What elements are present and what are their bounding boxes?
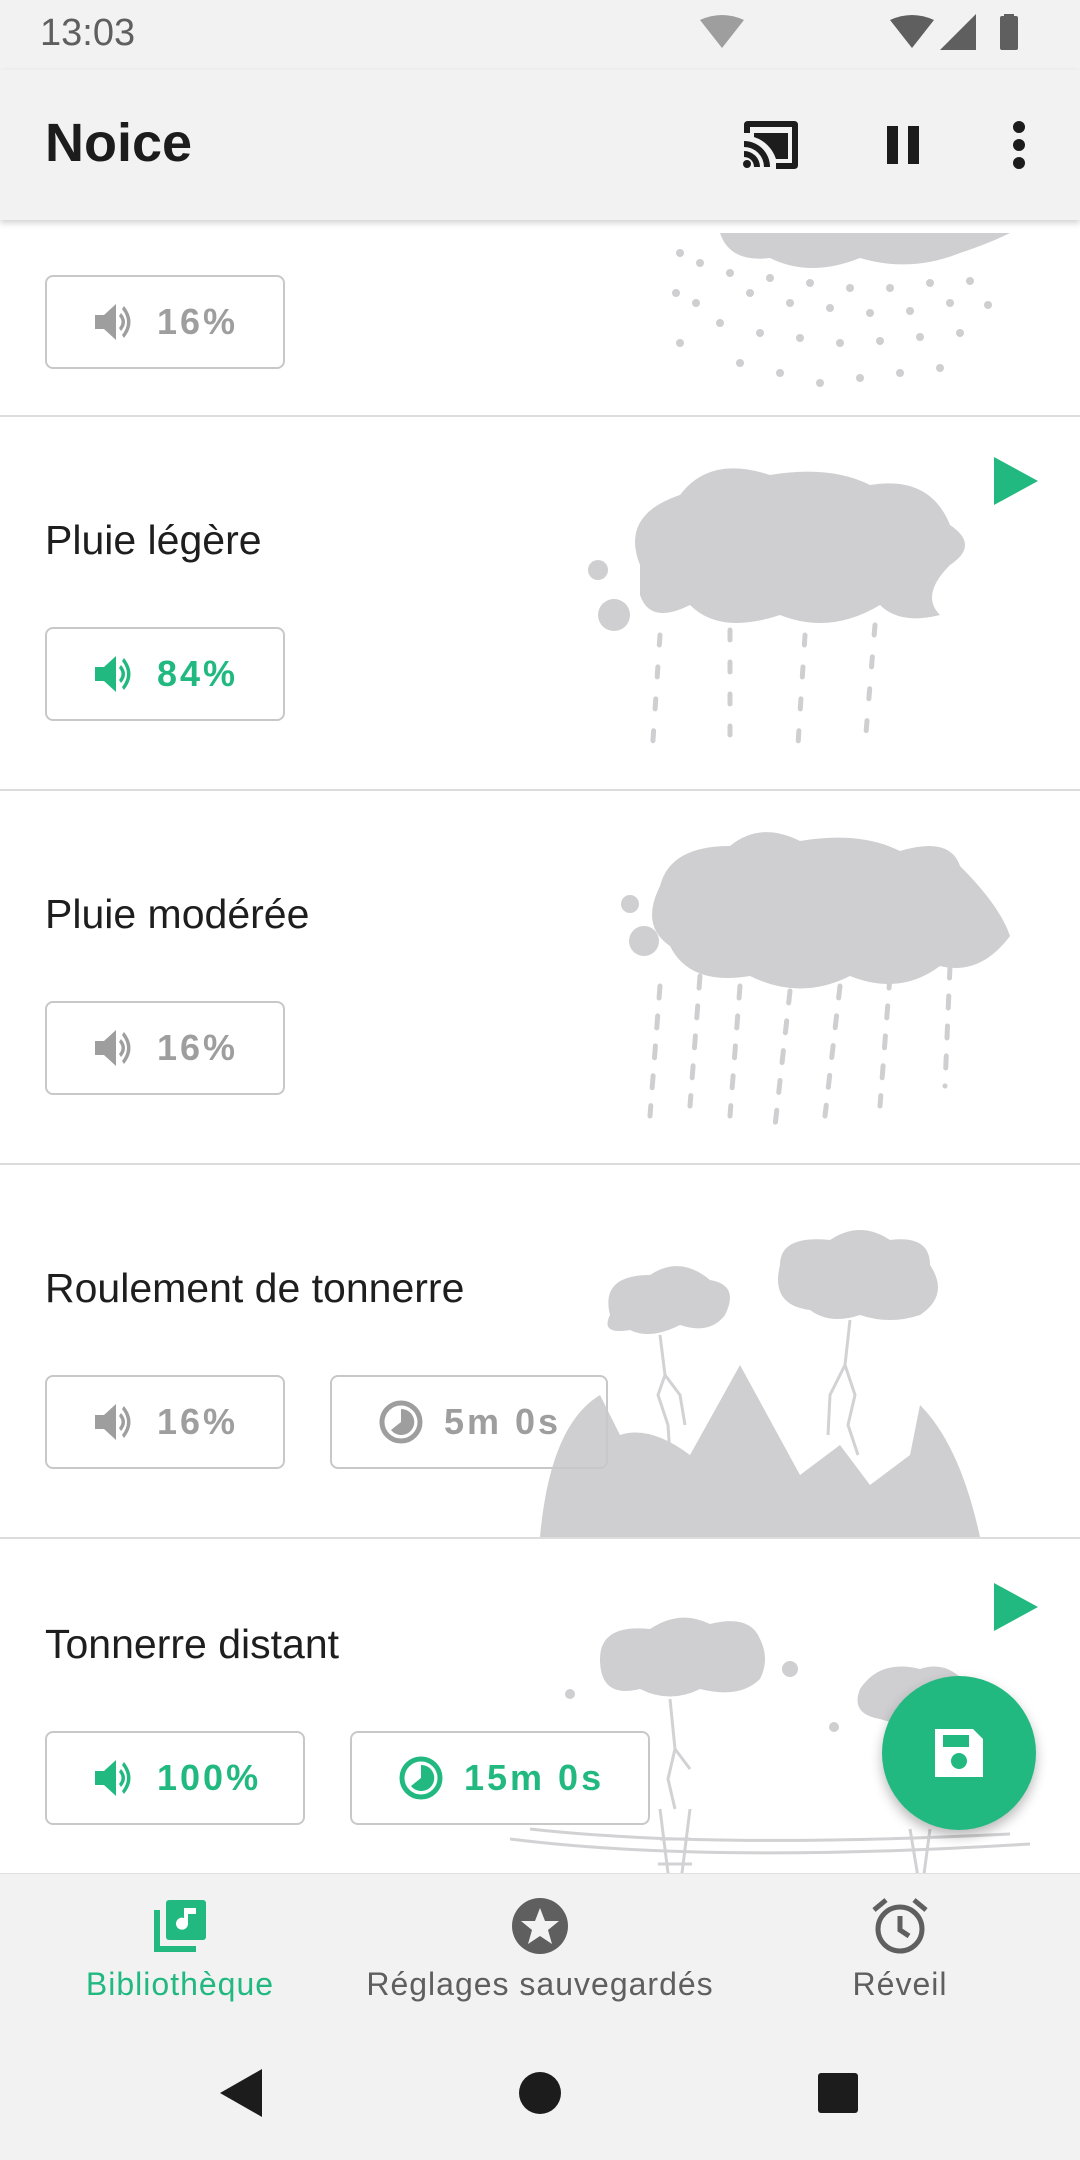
home-icon[interactable] bbox=[510, 2063, 570, 2123]
more-vert-icon bbox=[1013, 121, 1025, 169]
timer-label: 15m 0s bbox=[464, 1757, 605, 1798]
volume-icon bbox=[91, 299, 137, 345]
volume-label: 84% bbox=[157, 653, 239, 694]
timer-icon bbox=[378, 1399, 424, 1445]
volume-icon bbox=[91, 1399, 137, 1445]
sound-library-list[interactable]: 16% Pluie légère 84% Pluie modérée 16% R… bbox=[0, 220, 1080, 1873]
battery-icon bbox=[1000, 16, 1018, 50]
library-music-icon bbox=[154, 1900, 206, 1952]
nav-label: Réglages sauvegardés bbox=[366, 1966, 714, 2002]
sound-title: Pluie modérée bbox=[45, 891, 310, 937]
sound-card[interactable]: Pluie légère 84% bbox=[0, 417, 1080, 792]
volume-icon bbox=[91, 651, 137, 697]
wifi-icon-strong bbox=[890, 15, 934, 48]
more-options-button[interactable] bbox=[984, 110, 1054, 180]
volume-chip[interactable]: 84% bbox=[45, 627, 285, 721]
nav-label: Bibliothèque bbox=[85, 1966, 275, 2002]
app-bar: Noice bbox=[0, 70, 1080, 220]
play-indicator-icon bbox=[994, 1583, 1038, 1631]
volume-label: 100% bbox=[157, 1757, 262, 1798]
save-icon bbox=[935, 1729, 983, 1777]
star-circle-icon bbox=[512, 1898, 568, 1954]
volume-icon bbox=[91, 1025, 137, 1071]
system-navigation-bar bbox=[0, 2023, 1080, 2160]
timer-chip[interactable]: 15m 0s bbox=[350, 1731, 650, 1825]
volume-icon bbox=[91, 1755, 137, 1801]
light-rain-illustration bbox=[588, 468, 965, 755]
nav-label: Réveil bbox=[852, 1966, 948, 2002]
cellular-icon bbox=[940, 14, 976, 50]
status-time: 13:03 bbox=[40, 12, 136, 54]
sound-card: 16% bbox=[0, 220, 1080, 418]
timer-icon bbox=[398, 1755, 444, 1801]
nav-item-alarm[interactable]: Réveil bbox=[800, 1874, 1000, 2024]
sound-title: Roulement de tonnerre bbox=[45, 1265, 465, 1311]
nav-item-saved-presets[interactable]: Réglages sauvegardés bbox=[350, 1874, 730, 2024]
sound-title: Pluie légère bbox=[45, 517, 262, 563]
moderate-rain-illustration bbox=[621, 832, 1010, 1126]
volume-chip[interactable]: 16% bbox=[45, 275, 285, 369]
wifi-icon bbox=[700, 15, 744, 48]
recents-icon[interactable] bbox=[808, 2063, 868, 2123]
cast-icon bbox=[743, 121, 798, 169]
thunder-rumble-illustration bbox=[540, 1230, 980, 1537]
nav-item-library[interactable]: Bibliothèque bbox=[60, 1874, 300, 2024]
status-bar: 13:03 bbox=[0, 0, 1080, 70]
volume-chip[interactable]: 16% bbox=[45, 1375, 285, 1469]
timer-label: 5m 0s bbox=[444, 1401, 562, 1442]
cast-button[interactable] bbox=[736, 110, 806, 180]
volume-chip[interactable]: 100% bbox=[45, 1731, 305, 1825]
sound-card[interactable]: Roulement de tonnerre 16% 5m 0s bbox=[0, 1165, 1080, 1540]
status-icons bbox=[700, 14, 1018, 50]
app-title: Noice bbox=[45, 113, 193, 173]
timer-chip[interactable]: 5m 0s bbox=[330, 1375, 608, 1469]
volume-label: 16% bbox=[157, 301, 239, 342]
bottom-navigation: Bibliothèque Réglages sauvegardés Réveil bbox=[0, 1873, 1080, 2024]
rain-illustration bbox=[672, 233, 1010, 387]
pause-icon bbox=[887, 126, 919, 164]
volume-chip[interactable]: 16% bbox=[45, 1001, 285, 1095]
volume-label: 16% bbox=[157, 1401, 239, 1442]
pause-button[interactable] bbox=[868, 110, 938, 180]
play-indicator-icon bbox=[994, 457, 1038, 505]
save-preset-fab[interactable] bbox=[882, 1676, 1036, 1830]
back-icon[interactable] bbox=[210, 2063, 270, 2123]
sound-card[interactable]: Pluie modérée 16% bbox=[0, 791, 1080, 1166]
volume-label: 16% bbox=[157, 1027, 239, 1068]
sound-title: Tonnerre distant bbox=[45, 1621, 340, 1667]
alarm-clock-icon bbox=[872, 1898, 928, 1954]
